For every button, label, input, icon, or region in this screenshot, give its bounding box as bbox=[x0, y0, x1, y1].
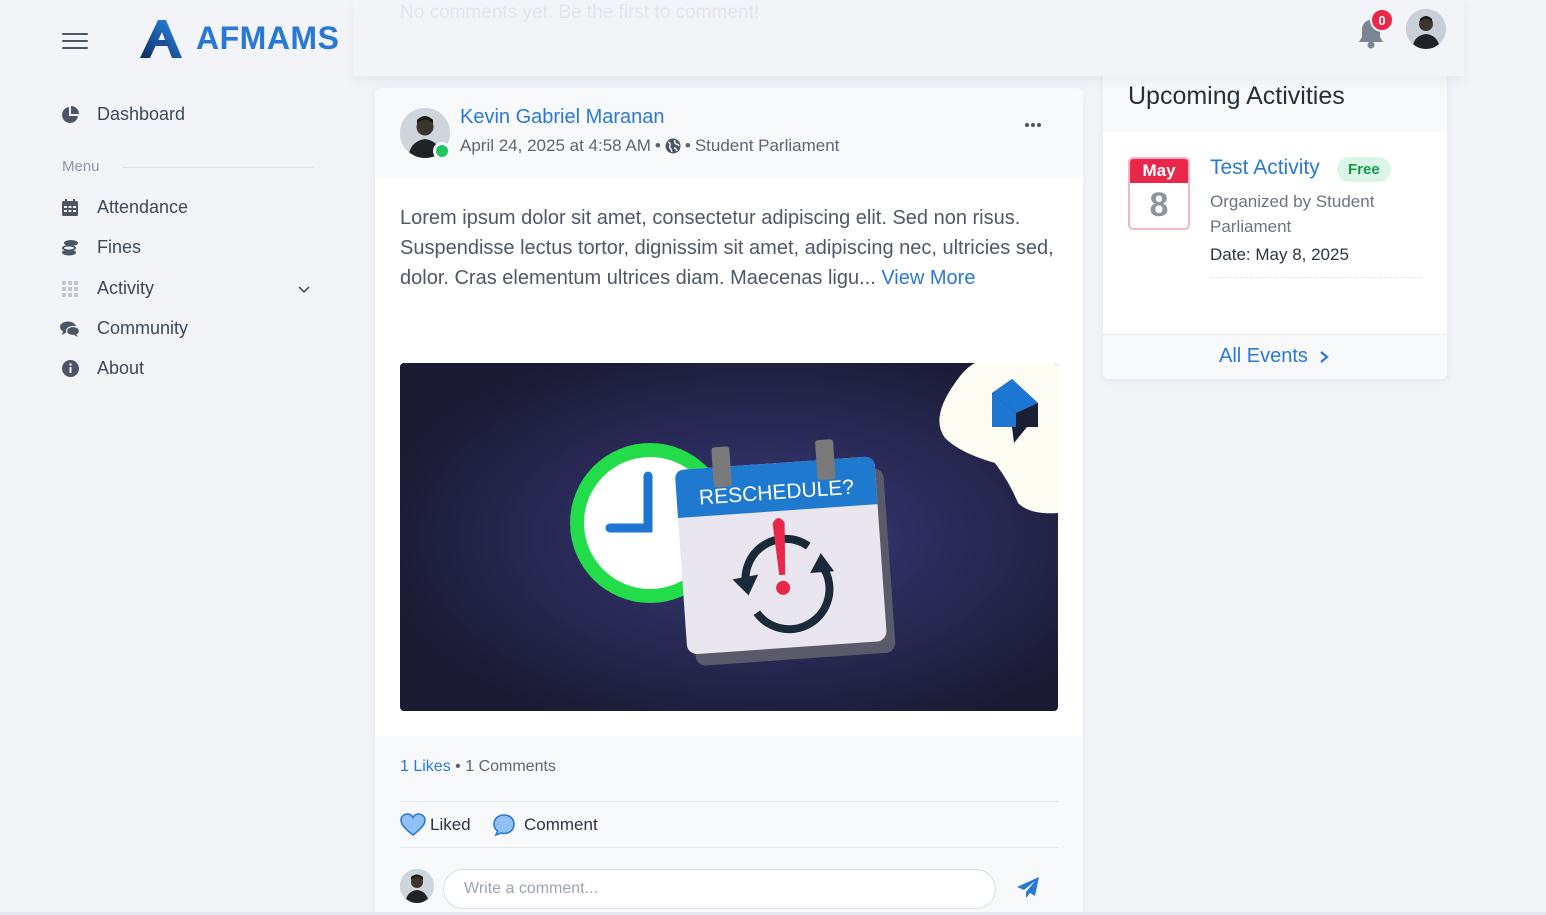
app-title: AFMAMS bbox=[196, 19, 340, 56]
comment-input[interactable] bbox=[443, 869, 996, 909]
divider bbox=[400, 847, 1058, 848]
sidebar-item-fines[interactable]: Fines bbox=[60, 237, 141, 258]
logo[interactable]: AFMAMS bbox=[138, 16, 339, 60]
grid-icon bbox=[60, 279, 80, 299]
pie-chart-icon bbox=[60, 105, 80, 125]
info-icon bbox=[60, 359, 80, 379]
sidebar-item-attendance[interactable]: Attendance bbox=[60, 197, 188, 218]
upcoming-activities-card: Upcoming Activities May 8 Test Activity … bbox=[1103, 66, 1447, 379]
like-button-label: Liked bbox=[430, 815, 471, 834]
heart-icon bbox=[400, 813, 426, 837]
sidebar-item-label: About bbox=[97, 358, 145, 378]
sidebar-item-dashboard[interactable]: Dashboard bbox=[60, 104, 185, 125]
event-organizer: Organized by Student Parliament bbox=[1210, 192, 1375, 236]
event-divider bbox=[1210, 277, 1422, 278]
sidebar-item-community[interactable]: Community bbox=[60, 318, 188, 339]
chevron-down-icon[interactable] bbox=[297, 284, 311, 294]
post-image[interactable]: RESCHEDULE? bbox=[400, 363, 1058, 711]
sidebar-item-label: Fines bbox=[97, 237, 142, 257]
post-date: April 24, 2025 at 4:58 AM bbox=[460, 136, 651, 155]
sidebar-item-activity[interactable]: Activity bbox=[60, 278, 154, 299]
comment-button-label: Comment bbox=[524, 815, 598, 834]
reschedule-illustration: RESCHEDULE? bbox=[400, 363, 1058, 711]
sidebar-item-label: Community bbox=[97, 318, 189, 338]
events-footer: All Events bbox=[1103, 334, 1447, 379]
coins-icon bbox=[60, 238, 80, 258]
send-icon[interactable] bbox=[1016, 876, 1040, 900]
menu-divider bbox=[122, 167, 314, 168]
all-events-label: All Events bbox=[1219, 345, 1308, 367]
sidebar-item-about[interactable]: About bbox=[60, 358, 144, 379]
online-status-indicator bbox=[433, 142, 451, 160]
meta-separator: • bbox=[684, 136, 691, 155]
post-stats: 1 Likes • 1 Comments bbox=[400, 758, 556, 776]
notification-badge: 0 bbox=[1370, 8, 1394, 32]
menu-toggle-icon[interactable] bbox=[62, 33, 88, 49]
speech-bubble-icon bbox=[493, 814, 515, 837]
sidebar-item-label: Activity bbox=[97, 278, 155, 298]
divider bbox=[400, 801, 1058, 802]
sidebar-item-label: Dashboard bbox=[97, 104, 186, 124]
globe-icon bbox=[665, 138, 681, 154]
more-icon bbox=[1025, 123, 1041, 127]
empty-comments-text: No comments yet. Be the first to comment… bbox=[400, 2, 760, 23]
post-footer: 1 Likes • 1 Comments Liked Comment bbox=[375, 736, 1083, 915]
post-header: Kevin Gabriel Maranan April 24, 2025 at … bbox=[375, 88, 1083, 177]
post-options-button[interactable] bbox=[1021, 118, 1045, 132]
post-author-name[interactable]: Kevin Gabriel Maranan bbox=[460, 106, 665, 129]
event-date: Date: May 8, 2025 bbox=[1210, 245, 1349, 264]
events-title: Upcoming Activities bbox=[1128, 82, 1345, 110]
commenter-avatar bbox=[400, 869, 434, 903]
user-avatar[interactable] bbox=[1406, 9, 1446, 49]
comment-button[interactable]: Comment bbox=[492, 813, 598, 837]
all-events-link[interactable]: All Events bbox=[1219, 345, 1332, 368]
event-date-calendar: May 8 bbox=[1128, 157, 1190, 230]
post-card: Kevin Gabriel Maranan April 24, 2025 at … bbox=[375, 88, 1083, 915]
calendar-icon bbox=[60, 198, 80, 218]
like-button[interactable]: Liked bbox=[400, 813, 471, 837]
chevron-right-icon bbox=[1320, 350, 1329, 363]
post-body: Lorem ipsum dolor sit amet, consectetur … bbox=[400, 203, 1060, 293]
menu-section-label: Menu bbox=[62, 158, 100, 175]
comments-icon bbox=[60, 319, 80, 339]
avatar-image bbox=[1406, 9, 1446, 49]
sidebar-item-label: Attendance bbox=[97, 197, 189, 217]
event-day: 8 bbox=[1149, 186, 1169, 224]
logo-mark-icon bbox=[140, 20, 182, 58]
notifications-button[interactable]: 0 bbox=[1356, 8, 1394, 49]
event-price-badge: Free bbox=[1337, 157, 1391, 182]
event-title-link[interactable]: Test Activity bbox=[1210, 156, 1320, 180]
meta-separator: • bbox=[654, 136, 661, 155]
avatar-image bbox=[400, 869, 434, 903]
post-meta: April 24, 2025 at 4:58 AM • • Student Pa… bbox=[460, 136, 839, 156]
comments-count[interactable]: 1 Comments bbox=[465, 758, 556, 775]
event-month: May bbox=[1130, 159, 1188, 183]
view-more-link[interactable]: View More bbox=[881, 267, 975, 289]
post-organization: Student Parliament bbox=[694, 136, 840, 155]
likes-count[interactable]: 1 Likes bbox=[400, 758, 451, 775]
stats-separator: • bbox=[455, 758, 461, 775]
